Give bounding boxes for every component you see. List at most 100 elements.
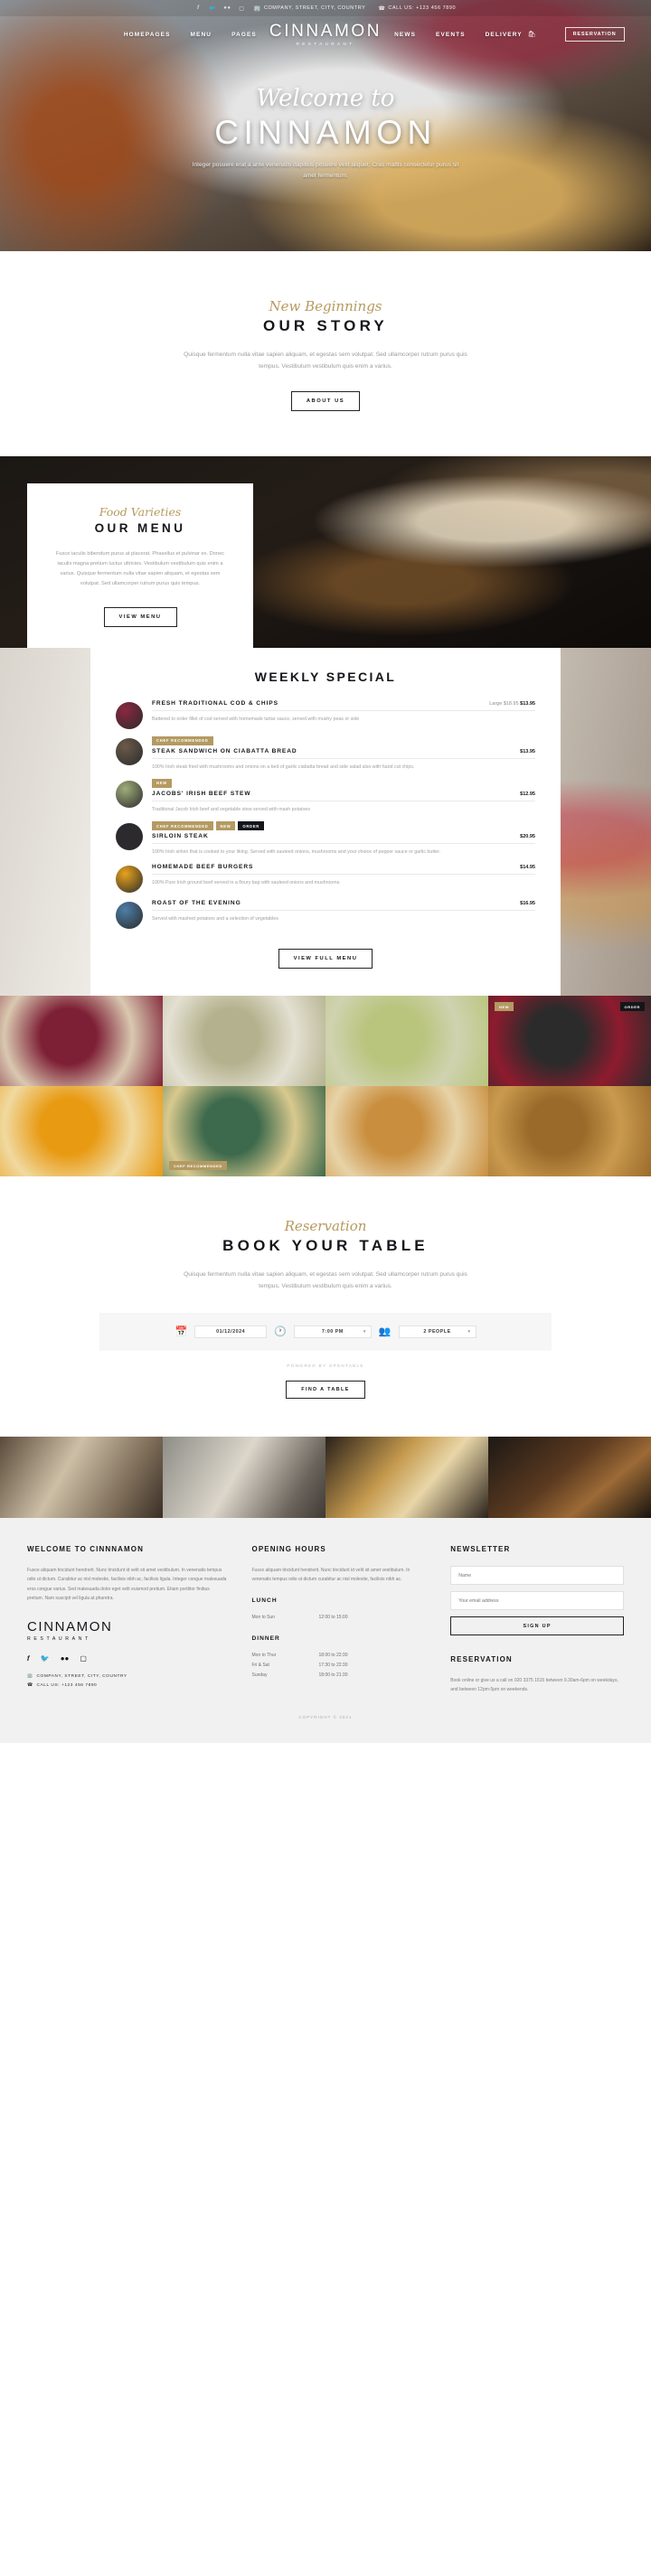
nav-item-homepages[interactable]: HOMEPAGES: [124, 32, 171, 38]
menu-item-body: FRESH TRADITIONAL COD & CHIPS Large $18.9…: [152, 700, 535, 729]
weekly-special-list: FRESH TRADITIONAL COD & CHIPS Large $18.9…: [116, 700, 535, 935]
site-footer: WELCOME TO CINNNAMON Fusce aliquam tinci…: [0, 1518, 651, 1743]
dinner-hours-row: Mon to Thur 18:00 to 22:30: [252, 1651, 426, 1661]
menu-item-name: JACOBS' IRISH BEEF STEW: [152, 790, 251, 797]
flickr-icon[interactable]: ●●: [61, 1654, 70, 1663]
menu-item-thumbnail: [116, 902, 143, 930]
gallery-tile-green-balls[interactable]: [326, 996, 488, 1087]
menu-item-price-large: Large $18.95: [489, 700, 521, 707]
view-menu-button[interactable]: VIEW MENU: [103, 606, 177, 627]
footer-reservation-heading: RESERVATION: [450, 1655, 513, 1664]
menu-item-row: FRESH TRADITIONAL COD & CHIPS Large $18.9…: [152, 700, 535, 711]
topbar-phone[interactable]: ☎ CALL US: +123 456 7890: [378, 5, 456, 12]
menu-title: OUR MENU: [94, 521, 186, 536]
footer-hours-heading: OPENING HOURS: [251, 1545, 326, 1554]
hours-days: Sunday: [251, 1672, 268, 1678]
gallery-tile-buddha-bowl[interactable]: CHEF RECOMMENDED: [163, 1086, 326, 1177]
facebook-icon[interactable]: 𝒇: [195, 5, 202, 12]
footer-newsletter-heading: NEWSLETTER: [450, 1545, 511, 1554]
reservation-people-select[interactable]: 2 PEOPLE ▾: [398, 1325, 476, 1339]
view-full-menu-button[interactable]: VIEW FULL MENU: [278, 949, 373, 970]
reservation-date-input[interactable]: 01/12/2024: [194, 1325, 268, 1339]
our-menu-section: Food Varieties OUR MENU Fusce iaculis bi…: [0, 455, 651, 648]
menu-item-body: NEW JACOBS' IRISH BEEF STEW $12.95 Traditio…: [152, 778, 535, 814]
photo-strip: [0, 1437, 651, 1519]
menu-item-name: HOMEMADE BEEF BURGERS: [152, 864, 254, 871]
instagram-icon[interactable]: ▢: [239, 5, 245, 12]
footer-lunch-label: LUNCH: [251, 1597, 278, 1604]
menu-item-tags: CHEF RECOMMENDED: [152, 735, 535, 745]
reservation-script-heading: Reservation: [284, 1218, 367, 1235]
menu-item-description: Battered to order fillet of cod served w…: [152, 716, 360, 722]
menu-item-name: SIRLOIN STEAK: [152, 833, 209, 840]
phone-icon: ☎: [378, 5, 386, 12]
gallery-tile-raspberries[interactable]: NEW ORDER: [488, 996, 651, 1087]
menu-item-description: 100% Irish sirloin that is cooked to you…: [152, 849, 441, 856]
footer-phone-row[interactable]: ☎ CALL US: +123 456 7890: [27, 1681, 227, 1691]
nav-item-pages[interactable]: PAGES: [231, 32, 257, 38]
footer-dinner-rows: Mon to Thur 18:00 to 22:30 Fri & Sat 17:30 …: [252, 1651, 426, 1681]
footer-logo-name: CINNAMON: [27, 1619, 113, 1635]
gallery-tag: NEW: [495, 1002, 514, 1012]
about-us-button[interactable]: ABOUT US: [290, 390, 361, 411]
footer-columns: WELCOME TO CINNNAMON Fusce aliquam tinci…: [27, 1545, 624, 1695]
reservation-time-select[interactable]: 7:00 PM ▾: [293, 1325, 372, 1339]
menu-item-name: ROAST OF THE EVENING: [152, 900, 241, 907]
gallery-tag: CHEF RECOMMENDED: [169, 1161, 227, 1171]
newsletter-email-input[interactable]: [450, 1591, 624, 1611]
hours-value: 12:00 to 15:00: [318, 1614, 348, 1620]
hours-days: Mon to Sun: [251, 1614, 276, 1620]
calendar-icon: 📅: [175, 1325, 188, 1337]
menu-script-heading: Food Varieties: [99, 504, 182, 519]
menu-item[interactable]: CHEF RECOMMENDED NEW ORDER SIRLOIN STEAK $20…: [116, 821, 535, 862]
menu-item-row: STEAK SANDWICH ON CIABATTA BREAD $13.95: [152, 748, 535, 759]
menu-item-price: $13.95: [520, 748, 535, 754]
our-menu-card: Food Varieties OUR MENU Fusce iaculis bi…: [27, 482, 253, 648]
menu-item[interactable]: NEW JACOBS' IRISH BEEF STEW $12.95 Traditio…: [116, 778, 535, 820]
lunch-hours-row: Mon to Sun 12:00 to 15:00: [252, 1613, 426, 1623]
newsletter-signup-button[interactable]: SIGN UP: [450, 1616, 624, 1636]
hero-copy: Welcome to CINNAMON Integer posuere erat…: [0, 87, 651, 182]
twitter-icon[interactable]: 🐦: [41, 1654, 50, 1663]
flickr-icon[interactable]: ●●: [223, 5, 231, 12]
gallery-order-tag[interactable]: ORDER: [619, 1002, 645, 1012]
twitter-icon[interactable]: 🐦: [209, 5, 216, 12]
strip-image-chef: [163, 1437, 326, 1519]
gallery-tile-waffles[interactable]: [326, 1086, 488, 1177]
nav-item-menu[interactable]: MENU: [191, 32, 212, 38]
facebook-icon[interactable]: 𝒇: [27, 1654, 30, 1663]
nav-item-events[interactable]: EVENTS: [436, 32, 466, 38]
order-button[interactable]: ORDER: [238, 821, 264, 831]
menu-item-price: $20.95: [520, 834, 535, 840]
find-a-table-button[interactable]: FIND A TABLE: [286, 1381, 365, 1400]
phone-icon: ☎: [27, 1683, 33, 1689]
menu-item-price: Large $18.95 $13.95: [489, 700, 535, 707]
footer-hours-text: Fusce aliquam tincidunt hendrerit. Nunc …: [251, 1568, 410, 1583]
menu-item-body: CHEF RECOMMENDED STEAK SANDWICH ON CIABAT…: [152, 735, 535, 772]
shopping-bag-icon[interactable]: 🛍: [528, 31, 536, 38]
nav-item-delivery[interactable]: DELIVERY: [486, 32, 523, 38]
reservation-button[interactable]: RESERVATION: [564, 27, 625, 42]
menu-text: Fusce iaculis bibendum purus at placerat…: [55, 551, 225, 586]
instagram-icon[interactable]: ▢: [80, 1654, 87, 1663]
newsletter-name-input[interactable]: [450, 1566, 624, 1586]
brand-logo[interactable]: CINNAMON RESTAURANT: [269, 23, 382, 46]
gallery-tile-berry-pie[interactable]: [0, 996, 163, 1087]
gallery-tile-pumpkin-soup[interactable]: [0, 1086, 163, 1177]
gallery-tile-granola-tray[interactable]: [488, 1086, 651, 1177]
footer-lunch-rows: Mon to Sun 12:00 to 15:00: [252, 1613, 426, 1623]
menu-item[interactable]: ROAST OF THE EVENING $16.95 Served with ma…: [116, 900, 535, 934]
strip-image-dining-room: [0, 1437, 163, 1519]
menu-item[interactable]: HOMEMADE BEEF BURGERS $14.95 100% Pure Iri…: [116, 864, 535, 898]
menu-item[interactable]: FRESH TRADITIONAL COD & CHIPS Large $18.9…: [116, 700, 535, 735]
menu-item-thumbnail: [116, 737, 143, 765]
footer-address-row: 🏢 COMPANY, STREET, CITY, COUNTRY: [27, 1672, 227, 1681]
menu-item-description: 100% Irish steak fried with mushrooms an…: [152, 763, 415, 770]
footer-column-about: WELCOME TO CINNNAMON Fusce aliquam tinci…: [27, 1545, 227, 1695]
menu-item-thumbnail: [116, 823, 143, 851]
nav-item-news[interactable]: NEWS: [394, 32, 416, 38]
gallery-tile-salads[interactable]: [163, 996, 326, 1087]
menu-item[interactable]: CHEF RECOMMENDED STEAK SANDWICH ON CIABAT…: [116, 735, 535, 777]
clock-icon: 🕐: [274, 1325, 287, 1337]
powered-by-label: POWERED BY OPENTABLE: [287, 1363, 364, 1369]
